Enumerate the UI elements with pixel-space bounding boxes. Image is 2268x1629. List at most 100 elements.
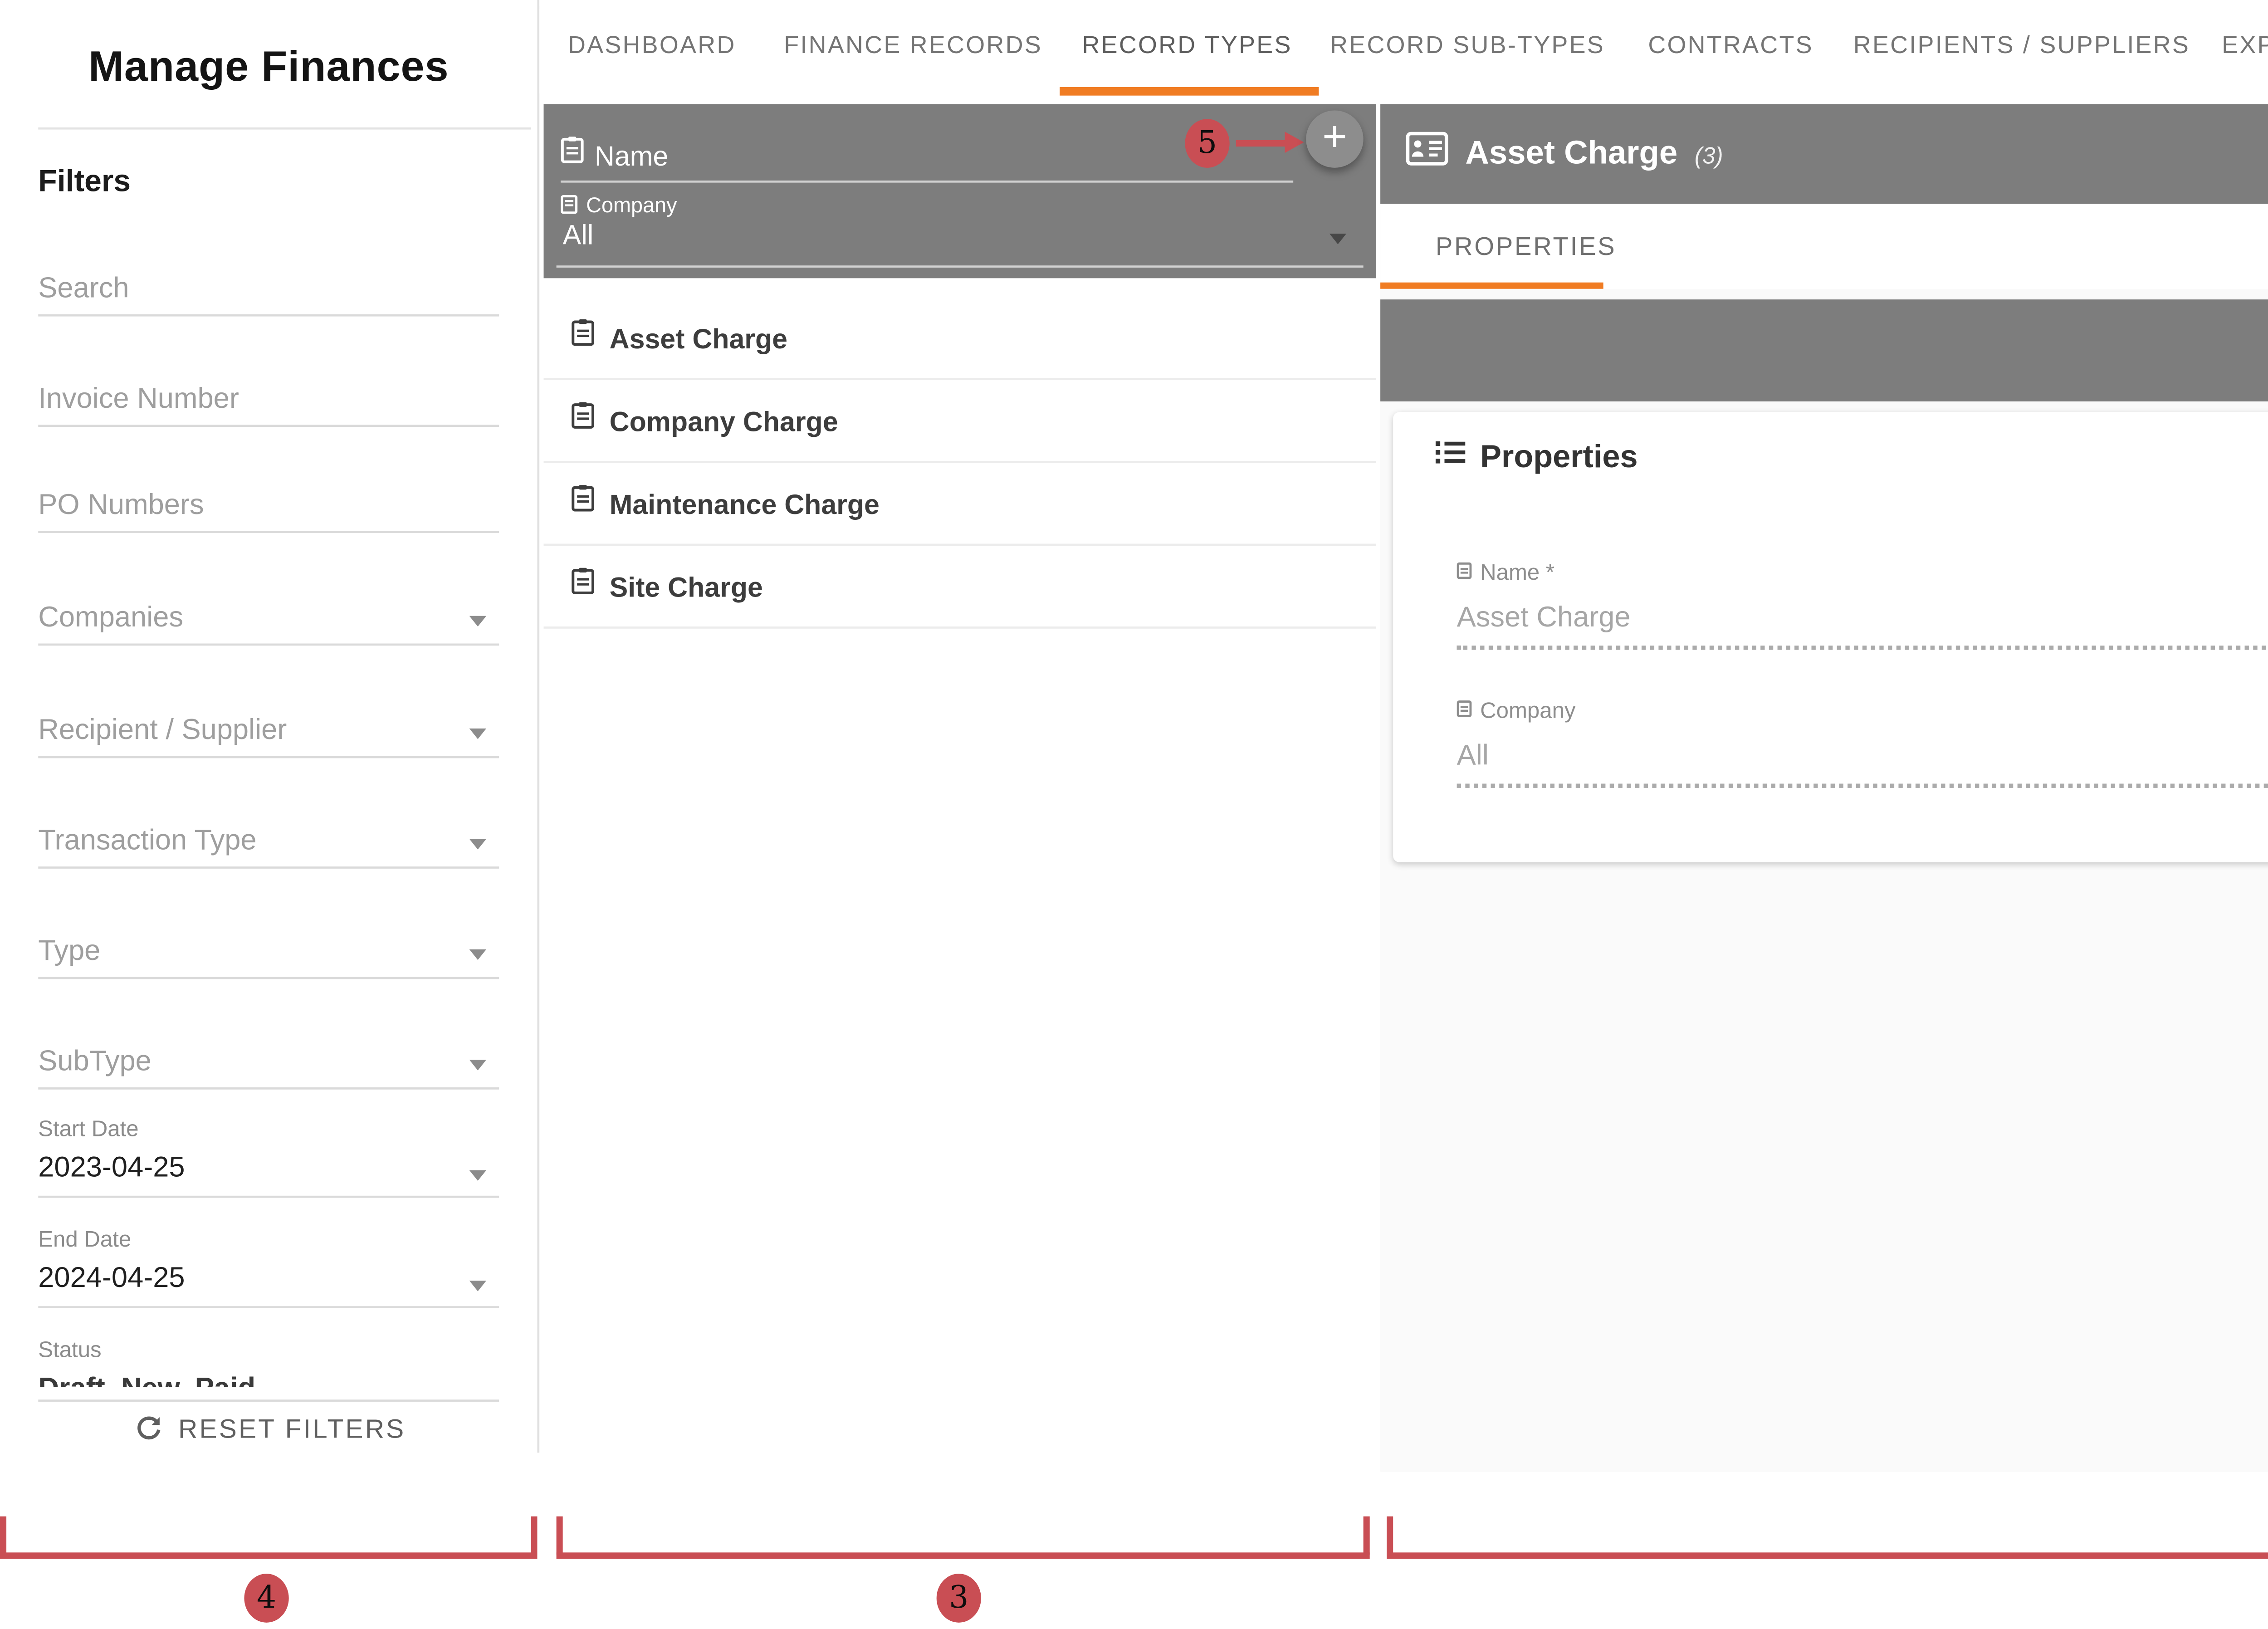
dotted-underline: [1457, 646, 2268, 650]
chevron-down-icon[interactable]: [469, 1060, 486, 1070]
refresh-icon: [134, 1411, 164, 1448]
filter-placeholder: PO Numbers: [38, 489, 204, 520]
nav-tab-record-types[interactable]: RECORD TYPES: [1082, 0, 1292, 93]
filter-invoice-number[interactable]: Invoice Number: [38, 380, 499, 427]
status-label: Status: [38, 1338, 499, 1363]
name-field-value[interactable]: Asset Charge: [1457, 601, 2268, 633]
add-record-type-button[interactable]: +: [1306, 110, 1363, 167]
detail-header: Asset Charge (3): [1380, 104, 2268, 204]
status-field[interactable]: Status Draft, New, Paid: [38, 1338, 499, 1387]
record-type-detail-panel: Asset Charge (3) PROPERTIES: [1380, 104, 2268, 1472]
filter-transaction-type[interactable]: Transaction Type: [38, 822, 499, 869]
filter-placeholder: Companies: [38, 601, 183, 633]
nav-tab-dashboard[interactable]: DASHBOARD: [568, 0, 736, 93]
record-type-row[interactable]: Site Charge: [544, 546, 1376, 629]
company-field[interactable]: Company All: [1457, 699, 2268, 788]
filter-placeholder: Search: [38, 272, 129, 303]
chevron-down-icon[interactable]: [469, 729, 486, 739]
list-header: Name 5 + Company All: [544, 104, 1376, 278]
field-underline: [38, 314, 499, 317]
field-underline: [38, 1087, 499, 1090]
properties-heading-row: Properties: [1436, 437, 1638, 475]
filter-placeholder: Transaction Type: [38, 824, 256, 856]
start-date-value[interactable]: 2023-04-25: [38, 1151, 499, 1183]
record-card-icon: [571, 401, 594, 440]
active-tab-underline: [1060, 87, 1319, 94]
field-underline: [38, 1306, 499, 1308]
filter-subtype[interactable]: SubType: [38, 1043, 499, 1090]
name-field[interactable]: Name * Asset Charge: [1457, 561, 2268, 650]
field-icon: [1457, 699, 1472, 724]
annotation-circle-3: 3: [937, 1574, 981, 1623]
name-column-header[interactable]: Name: [561, 136, 668, 174]
properties-card: Properties Name * Asset Charge: [1393, 412, 2268, 862]
company-filter-value[interactable]: All: [563, 219, 594, 250]
name-field-underline: [561, 181, 1293, 183]
field-underline: [38, 425, 499, 427]
record-type-name: Maintenance Charge: [610, 487, 880, 519]
filter-recipient-supplier[interactable]: Recipient / Supplier: [38, 711, 499, 758]
manage-finances-screen: Manage Finances Filters Search Invoice Nu…: [0, 0, 2268, 1629]
record-card-icon: [571, 567, 594, 605]
filters-heading: Filters: [38, 166, 131, 200]
detail-count-badge: (3): [1695, 144, 1723, 170]
field-underline: [38, 531, 499, 533]
record-card-icon: [561, 136, 584, 174]
record-type-row[interactable]: Maintenance Charge: [544, 463, 1376, 546]
name-column-label: Name: [595, 139, 668, 171]
field-underline: [38, 866, 499, 869]
filter-type[interactable]: Type: [38, 932, 499, 979]
chevron-down-icon[interactable]: [469, 1281, 486, 1291]
chevron-down-icon[interactable]: [469, 839, 486, 849]
record-type-name: Company Charge: [610, 405, 838, 436]
page-title: Manage Finances: [0, 44, 537, 93]
annotation-circle-4: 4: [244, 1574, 288, 1623]
start-date-label: Start Date: [38, 1117, 499, 1143]
detail-toolbar-band: [1380, 299, 2268, 401]
chevron-down-icon[interactable]: [469, 1170, 486, 1181]
list-icon: [1436, 437, 1466, 475]
record-card-icon: [571, 318, 594, 357]
field-underline: [38, 1399, 499, 1402]
dotted-underline: [1457, 784, 2268, 788]
nav-tab-expense-codes[interactable]: EXPENSE CODES: [2222, 0, 2268, 93]
annotation-bracket-4: [0, 1516, 537, 1559]
start-date-field[interactable]: Start Date 2023-04-25: [38, 1117, 499, 1183]
nav-tab-record-sub-types[interactable]: RECORD SUB-TYPES: [1330, 0, 1605, 93]
status-value-clipped[interactable]: Draft, New, Paid: [38, 1372, 499, 1387]
record-type-row[interactable]: Asset Charge: [544, 297, 1376, 380]
annotation-bracket-2: [1387, 1516, 2268, 1559]
chevron-down-icon[interactable]: [469, 616, 486, 626]
properties-tab-underline: [1380, 281, 1603, 289]
record-card-icon: [571, 484, 594, 522]
company-field-value[interactable]: All: [1457, 739, 2268, 771]
field-underline: [38, 1196, 499, 1198]
annotation-circle-5: 5: [1185, 119, 1229, 168]
properties-heading: Properties: [1480, 439, 1637, 475]
filter-placeholder: Recipient / Supplier: [38, 714, 287, 745]
filter-po-numbers[interactable]: PO Numbers: [38, 486, 499, 533]
end-date-value[interactable]: 2024-04-25: [38, 1262, 499, 1293]
filter-companies[interactable]: Companies: [38, 599, 499, 646]
filters-sidebar: Manage Finances Filters Search Invoice Nu…: [0, 0, 539, 1453]
chevron-down-icon[interactable]: [1330, 234, 1346, 244]
nav-tab-finance-records[interactable]: FINANCE RECORDS: [784, 0, 1042, 93]
sidebar-divider: [38, 127, 531, 130]
field-underline: [38, 756, 499, 758]
tab-properties[interactable]: PROPERTIES: [1436, 204, 1617, 289]
filter-placeholder: Type: [38, 934, 100, 966]
record-type-name: Site Charge: [610, 570, 763, 602]
filter-search[interactable]: Search: [38, 270, 499, 317]
record-type-row[interactable]: Company Charge: [544, 380, 1376, 463]
record-type-name: Asset Charge: [610, 322, 787, 353]
reset-filters-button[interactable]: RESET FILTERS: [0, 1408, 539, 1451]
filter-placeholder: Invoice Number: [38, 382, 239, 414]
nav-tab-contracts[interactable]: CONTRACTS: [1648, 0, 1813, 93]
nav-tab-recipients-suppliers[interactable]: RECIPIENTS / SUPPLIERS: [1853, 0, 2190, 93]
field-underline: [38, 977, 499, 979]
chevron-down-icon[interactable]: [469, 949, 486, 960]
company-field-label-row: Company: [1457, 699, 2268, 724]
name-field-label-row: Name *: [1457, 561, 2268, 586]
end-date-field[interactable]: End Date 2024-04-25: [38, 1228, 499, 1293]
detail-tab-bar: PROPERTIES: [1380, 204, 2268, 289]
